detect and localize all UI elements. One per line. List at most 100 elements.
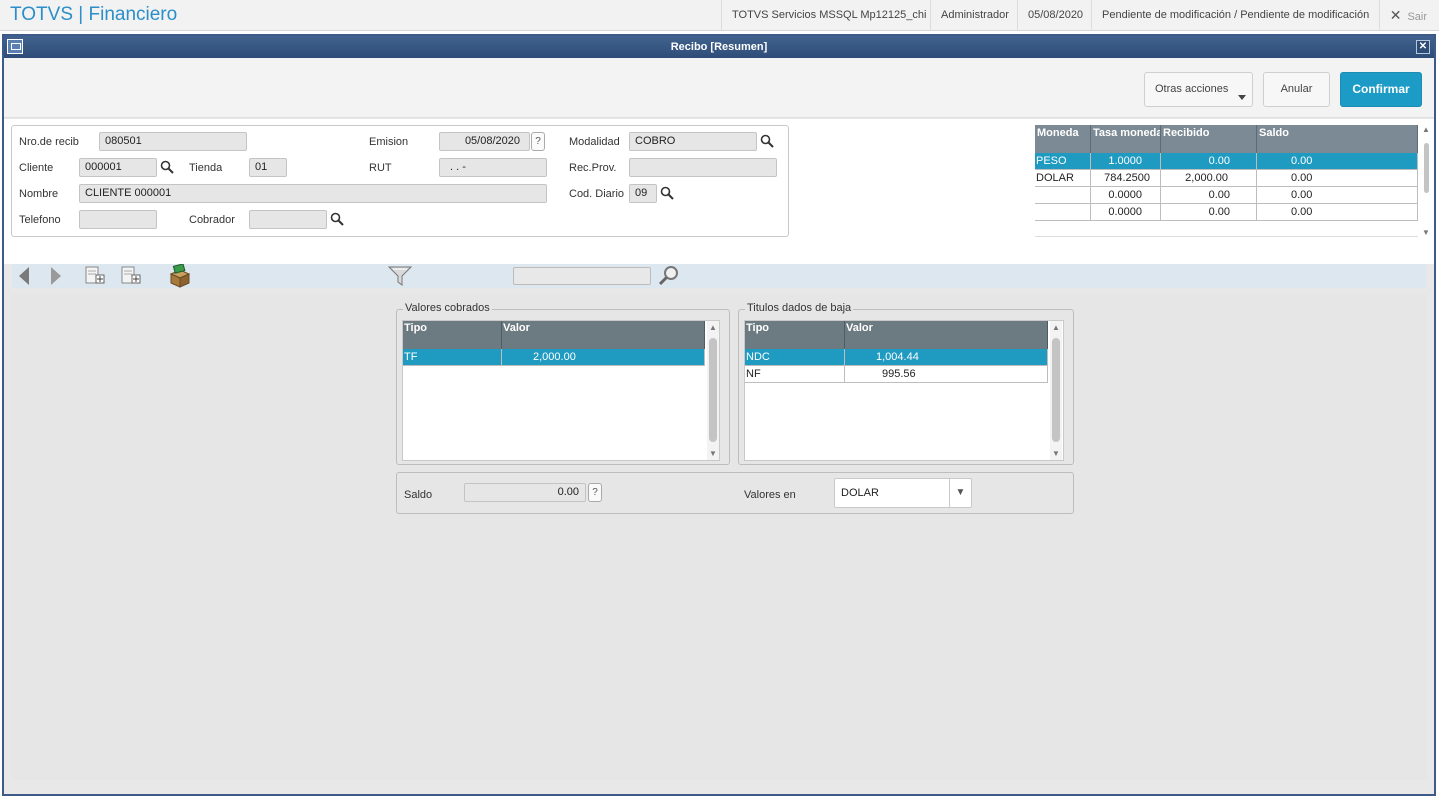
table-row[interactable]: NDC 1,004.44 [745,349,1048,366]
copy-document-icon[interactable] [120,266,142,286]
table-row[interactable]: 0.0000 0.00 0.00 [1035,204,1418,221]
table-cell: 784.2500 [1091,170,1161,187]
confirm-button[interactable]: Confirmar [1340,72,1422,107]
column-header[interactable]: Recibido [1161,125,1257,153]
telefono-field[interactable] [79,210,157,229]
cobrador-label: Cobrador [189,214,235,226]
column-header[interactable]: Valor [502,321,705,349]
table-cell: DOLAR [1035,170,1091,187]
table-row[interactable]: NF 995.56 [745,366,1048,383]
exit-button[interactable]: ✕ Sair [1378,0,1439,31]
table-cell: NF [745,366,845,383]
scroll-down-icon[interactable]: ▼ [709,449,717,458]
scroll-up-icon[interactable]: ▲ [1422,125,1430,134]
action-bar: Otras acciones Anular Confirmar [4,58,1434,118]
filter-icon[interactable] [388,265,412,287]
table-cell: 0.00 [1161,153,1257,170]
table-cell: 0.0000 [1091,204,1161,221]
valores-en-select[interactable]: DOLAR ▼ [834,478,972,508]
valores-cobrados-title: Valores cobrados [403,302,492,314]
valores-cobrados-scrollbar[interactable]: ▲ ▼ [707,321,719,460]
window-title: Recibo [Resumen] [670,41,768,53]
coddiario-label: Cod. Diario [569,188,625,200]
nombre-label: Nombre [19,188,59,200]
currency-table-scrollbar[interactable]: ▲ ▼ [1420,125,1432,237]
search-icon[interactable] [660,186,674,200]
more-actions-button[interactable]: Otras acciones [1144,72,1253,107]
previous-icon[interactable] [17,266,31,286]
search-icon[interactable] [160,160,174,174]
more-actions-label: Otras acciones [1155,83,1229,95]
scrollbar-thumb[interactable] [1424,143,1429,193]
valores-cobrados-group: Valores cobrados Tipo Valor TF 2,000.00 … [396,302,730,465]
scroll-down-icon[interactable]: ▼ [1052,449,1060,458]
recprov-label: Rec.Prov. [569,162,617,174]
table-row[interactable]: DOLAR 784.2500 2,000.00 0.00 [1035,170,1418,187]
cancel-button[interactable]: Anular [1263,72,1330,107]
search-icon[interactable] [657,265,681,287]
column-header[interactable]: Tipo [403,321,502,349]
table-cell: TF [403,349,502,366]
table-row[interactable]: 0.0000 0.00 0.00 [1035,187,1418,204]
table-cell: 0.00 [1257,153,1418,170]
rut-label: RUT [369,162,392,174]
table-cell: NDC [745,349,845,366]
valores-en-label: Valores en [744,489,796,501]
saldo-field[interactable]: 0.00 [464,483,586,502]
modalidad-field[interactable]: COBRO [629,132,757,151]
table-cell: 0.00 [1161,204,1257,221]
column-header[interactable]: Tasa moneda [1091,125,1161,153]
window-close-button[interactable]: ✕ [1416,40,1430,54]
tienda-label: Tienda [189,162,223,174]
recprov-field[interactable] [629,158,777,177]
table-cell [1035,187,1091,204]
table-cell: 0.00 [1161,187,1257,204]
window-icon [7,39,23,54]
scrollbar-thumb[interactable] [1052,338,1060,442]
emision-label: Emision [369,136,409,148]
grid-search-input[interactable] [513,267,651,285]
cliente-field[interactable]: 000001 [79,158,157,177]
receipt-header-form: Nro.de recib 080501 Emision 05/08/2020 ?… [11,125,789,237]
payment-box-icon[interactable] [168,264,192,288]
column-header[interactable]: Tipo [745,321,845,349]
nro-recib-label: Nro.de recib [19,136,79,148]
column-header[interactable]: Valor [845,321,1048,349]
titulos-baja-scrollbar[interactable]: ▲ ▼ [1050,321,1062,460]
exit-label: Sair [1407,11,1427,23]
user-label[interactable]: Administrador [930,0,1019,31]
search-icon[interactable] [760,134,774,148]
scroll-up-icon[interactable]: ▲ [1052,323,1060,332]
chevron-down-icon[interactable]: ▼ [949,479,971,507]
table-cell: 995.56 [845,366,1048,383]
table-cell: PESO [1035,153,1091,170]
next-icon[interactable] [49,266,63,286]
table-row[interactable]: TF 2,000.00 [403,349,705,366]
add-document-icon[interactable] [84,266,106,286]
scroll-down-icon[interactable]: ▼ [1422,228,1430,237]
emision-field[interactable]: 05/08/2020 [439,132,530,151]
cliente-label: Cliente [19,162,54,174]
nro-recib-field[interactable]: 080501 [99,132,247,151]
saldo-help-button[interactable]: ? [588,483,602,502]
nombre-field[interactable]: CLIENTE 000001 [79,184,547,203]
top-bar: TOTVS | Financiero TOTVS Servicios MSSQL… [0,0,1439,31]
rut-field[interactable]: . . - [439,158,547,177]
header-form-area: Nro.de recib 080501 Emision 05/08/2020 ?… [4,119,1434,264]
coddiario-field[interactable]: 09 [629,184,657,203]
content-area: Valores cobrados Tipo Valor TF 2,000.00 … [11,294,1427,780]
table-cell: 2,000.00 [502,349,705,366]
emision-help-button[interactable]: ? [531,132,545,151]
scroll-up-icon[interactable]: ▲ [709,323,717,332]
table-row[interactable]: PESO 1.0000 0.00 0.00 [1035,153,1418,170]
cobrador-field[interactable] [249,210,327,229]
column-header[interactable]: Moneda [1035,125,1091,153]
summary-group: Saldo 0.00 ? Valores en DOLAR ▼ [396,472,1074,514]
modalidad-label: Modalidad [569,136,620,148]
tienda-field[interactable]: 01 [249,158,287,177]
search-icon[interactable] [330,212,344,226]
close-icon: ✕ [1389,7,1402,23]
scrollbar-thumb[interactable] [709,338,717,442]
grid-header: Tipo Valor [745,321,1048,349]
column-header[interactable]: Saldo [1257,125,1418,153]
